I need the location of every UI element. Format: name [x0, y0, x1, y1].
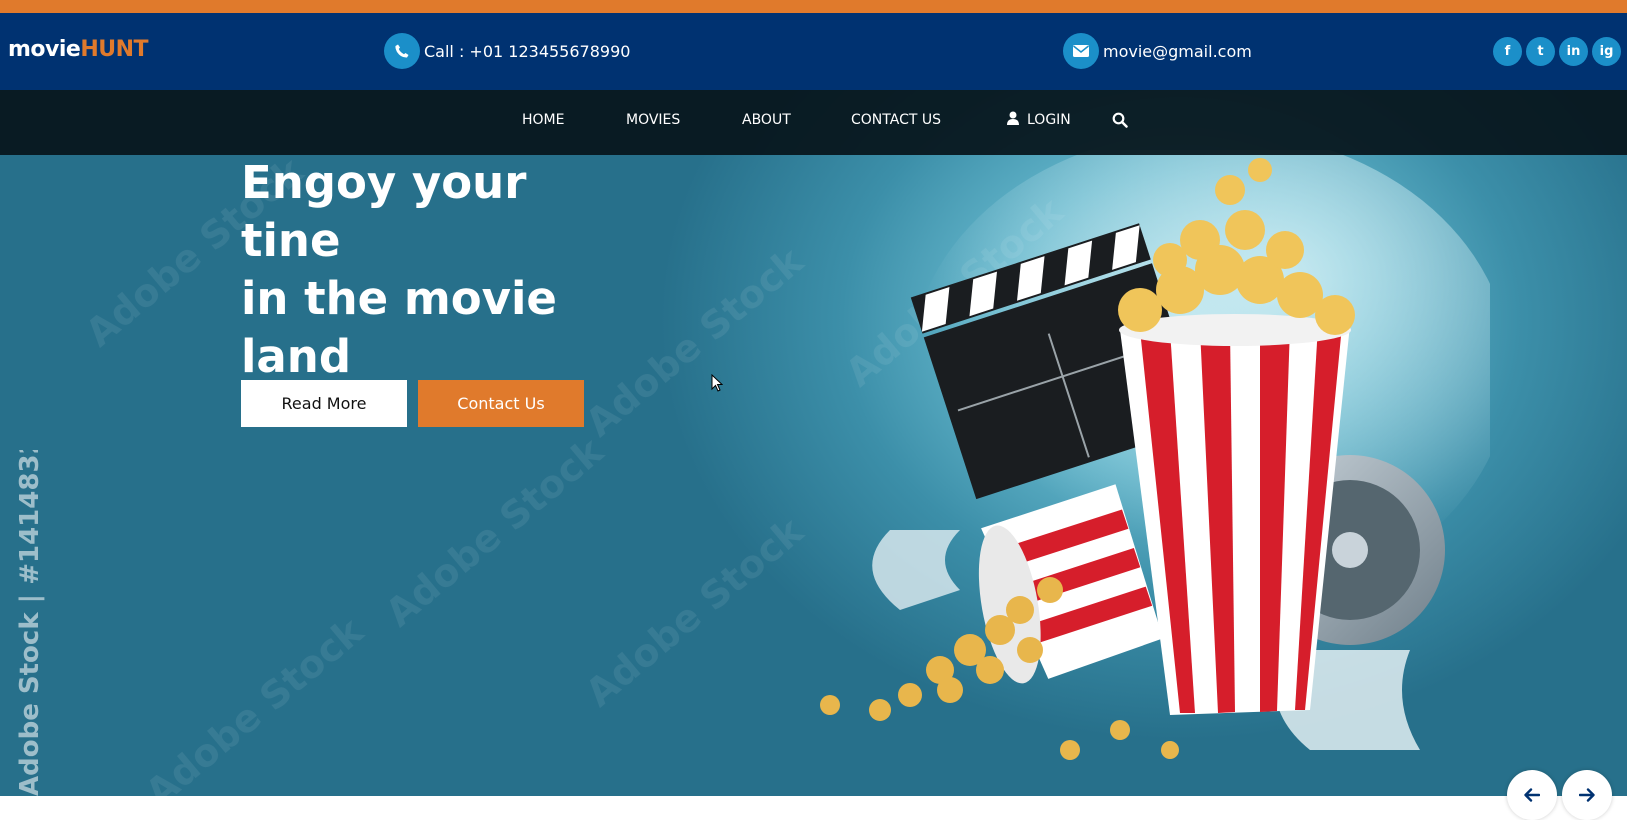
logo-hunt: HUNT [80, 37, 149, 62]
side-watermark: Adobe Stock | #141483279 [8, 400, 48, 796]
site-logo[interactable]: movieHUNT [8, 37, 149, 62]
read-more-button[interactable]: Read More [241, 380, 407, 427]
arrow-right-icon [1579, 788, 1595, 802]
main-navbar: HOME MOVIES ABOUT CONTACT US LOGIN [0, 90, 1627, 155]
carousel-prev-button[interactable] [1507, 770, 1557, 820]
contact-us-button[interactable]: Contact Us [418, 380, 584, 427]
nav-about[interactable]: ABOUT [742, 112, 791, 128]
nav-movies[interactable]: MOVIES [626, 112, 680, 128]
hero-banner: Adobe Stock Adobe Stock Adobe Stock Adob… [0, 90, 1627, 796]
headline-line-2: in the movie [241, 272, 557, 325]
email-contact[interactable]: movie@gmail.com [1063, 33, 1252, 69]
nav-contact-us[interactable]: CONTACT US [851, 112, 941, 128]
email-text: movie@gmail.com [1103, 41, 1252, 61]
envelope-icon [1063, 33, 1099, 69]
headline-line-3: land [241, 330, 352, 383]
mouse-cursor [711, 374, 723, 392]
site-header: movieHUNT Call : +01 123455678990 movie@… [0, 13, 1627, 90]
popcorn-clapperboard-image [820, 150, 1490, 760]
search-icon[interactable] [1112, 112, 1128, 132]
user-icon [1007, 111, 1019, 129]
arrow-left-icon [1524, 788, 1540, 802]
social-links: f t in ig [1493, 37, 1621, 66]
facebook-icon[interactable]: f [1493, 37, 1522, 66]
headline-line-1: Engoy your tine [241, 156, 527, 267]
twitter-icon[interactable]: t [1526, 37, 1555, 66]
instagram-icon[interactable]: ig [1592, 37, 1621, 66]
carousel-next-button[interactable] [1562, 770, 1612, 820]
phone-icon [384, 33, 420, 69]
phone-text: Call : +01 123455678990 [424, 41, 631, 61]
nav-login[interactable]: LOGIN [1027, 112, 1071, 128]
top-accent-bar [0, 0, 1627, 13]
watermark: Adobe Stock [137, 608, 372, 796]
watermark: Adobe Stock [577, 508, 812, 716]
side-watermark-text: Adobe Stock | #141483279 [15, 450, 45, 796]
watermark: Adobe Stock [377, 428, 612, 636]
hero-headline: Engoy your tine in the movie land [241, 154, 641, 386]
linkedin-icon[interactable]: in [1559, 37, 1588, 66]
logo-movie: movie [8, 37, 81, 62]
nav-home[interactable]: HOME [522, 112, 564, 128]
phone-contact[interactable]: Call : +01 123455678990 [384, 33, 630, 69]
bottom-strip [0, 796, 1627, 810]
